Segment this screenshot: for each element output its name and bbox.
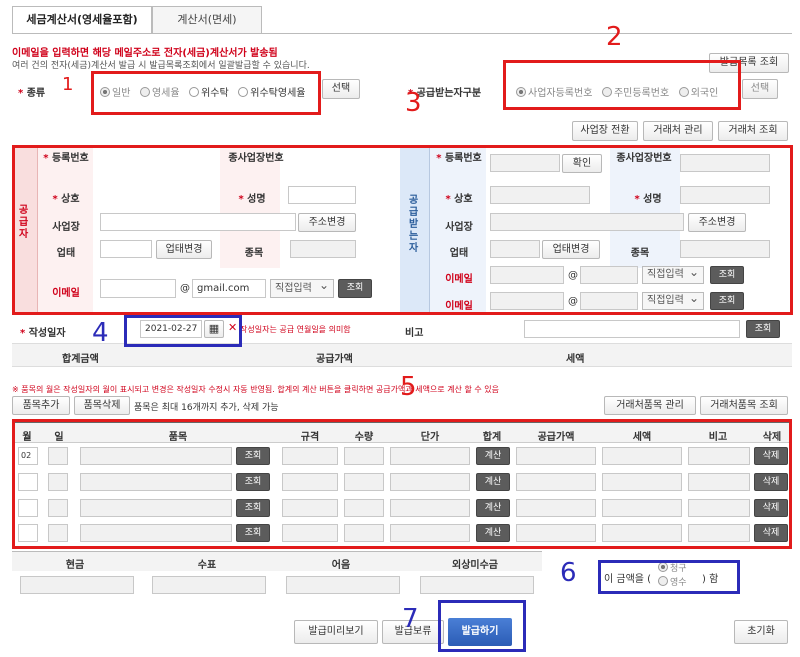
- date-label: * 작성일자: [20, 328, 66, 339]
- annotation-2: 2: [606, 22, 623, 52]
- notice-desc: 여러 건의 전자(세금)계산서 발급 시 발급목록조회에서 일괄발급할 수 있습…: [12, 61, 310, 71]
- annotation-box-1: [91, 71, 321, 115]
- memo-label: 비고: [405, 328, 424, 339]
- partner-items-search-button[interactable]: 거래처품목 조회: [700, 396, 788, 415]
- pay-cash-label: 현금: [65, 560, 85, 571]
- type-label: * 종류: [18, 88, 46, 99]
- pay-check-label: 수표: [197, 560, 217, 571]
- items-limit-note: 품목은 최대 16개까지 추가, 삭제 가능: [134, 403, 279, 413]
- tab-tax-invoice[interactable]: 세금계산서(영세율포함): [12, 6, 152, 34]
- add-item-button[interactable]: 품목추가: [12, 396, 70, 415]
- annotation-box-7: [438, 600, 526, 652]
- type-select-button[interactable]: 선택: [322, 79, 360, 99]
- annotation-box-2: [503, 60, 741, 110]
- annotation-box-3: [12, 145, 793, 315]
- memo-input[interactable]: [524, 320, 740, 338]
- supply-amount-label: 공급가액: [316, 354, 353, 365]
- delete-item-button[interactable]: 품목삭제: [74, 396, 130, 415]
- tab-divider: [12, 33, 792, 34]
- memo-lookup-button[interactable]: 조회: [746, 320, 780, 338]
- annotation-5: 5: [400, 372, 417, 402]
- pay-note-input[interactable]: [286, 576, 400, 594]
- tab-invoice-exempt[interactable]: 계산서(면세): [152, 6, 262, 33]
- annotation-box-5: [12, 419, 792, 549]
- annotation-4: 4: [92, 318, 109, 348]
- annotation-1: 1: [62, 74, 74, 95]
- annotation-box-6: [598, 560, 740, 594]
- date-note: 작성일자는 공급 연월일을 의미함: [240, 325, 351, 334]
- annotation-7: 7: [402, 604, 419, 634]
- pay-cash-input[interactable]: [20, 576, 134, 594]
- pay-credit-input[interactable]: [420, 576, 534, 594]
- tax-amount-label: 세액: [566, 354, 585, 365]
- preview-button[interactable]: 발급미리보기: [294, 620, 378, 644]
- notice-title: 이메일을 입력하면 해당 메일주소로 전자(세금)계산서가 발송됨: [12, 48, 278, 59]
- partner-items-manage-button[interactable]: 거래처품목 관리: [604, 396, 696, 415]
- partner-manage-button[interactable]: 거래처 관리: [643, 121, 713, 141]
- seller-swap-button[interactable]: 사업장 전환: [572, 121, 638, 141]
- pay-note-label: 어음: [331, 560, 351, 571]
- total-amount-label: 합계금액: [62, 354, 99, 365]
- reset-button[interactable]: 초기화: [734, 620, 788, 644]
- annotation-3: 3: [405, 88, 422, 118]
- pay-credit-label: 외상미수금: [452, 560, 498, 571]
- partner-search-button[interactable]: 거래처 조회: [718, 121, 788, 141]
- annotation-box-4: [124, 315, 242, 347]
- pay-check-input[interactable]: [152, 576, 266, 594]
- annotation-6: 6: [560, 558, 577, 588]
- buyer-type-select-button[interactable]: 선택: [742, 79, 778, 99]
